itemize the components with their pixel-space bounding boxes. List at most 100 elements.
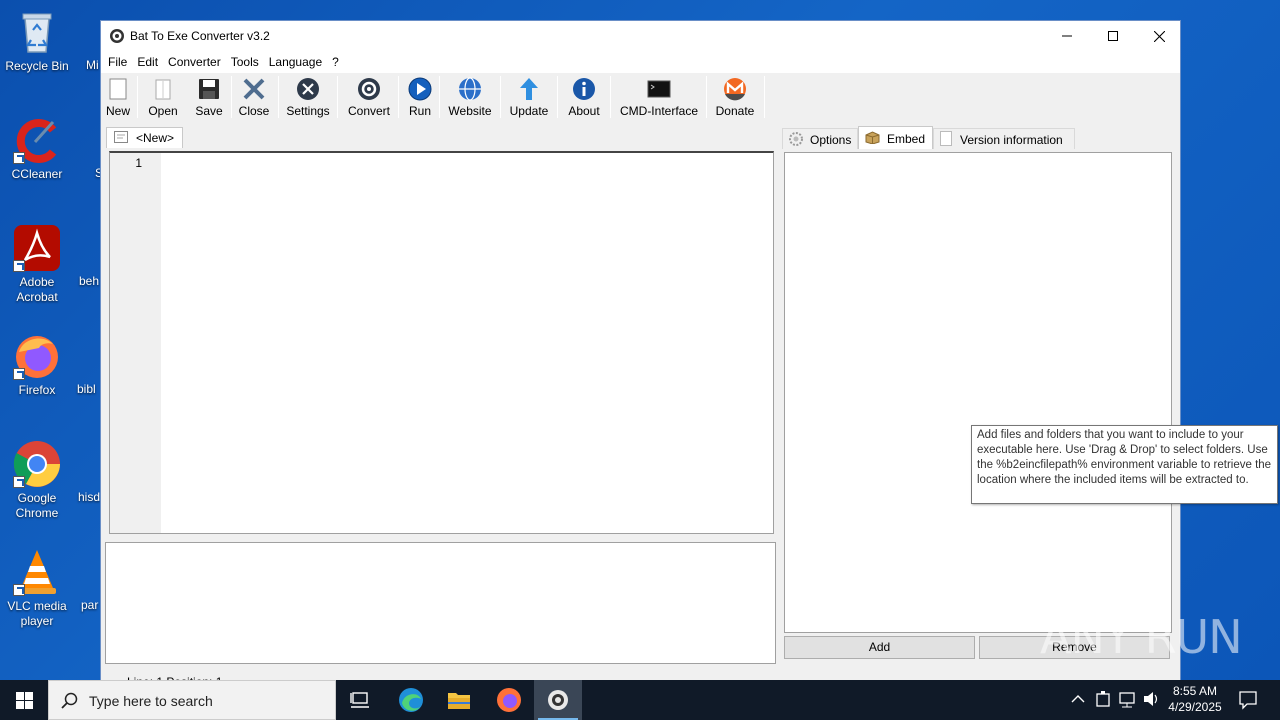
maximize-button[interactable]: [1090, 21, 1136, 51]
new-file-icon: [109, 78, 127, 100]
gear-icon: [548, 690, 568, 710]
folder-icon: [448, 693, 470, 709]
clock-date: 4/29/2025: [1168, 700, 1222, 714]
taskbar-edge[interactable]: [387, 680, 435, 720]
toolbar-separator: [764, 76, 765, 118]
toolbar-separator: [137, 76, 138, 118]
menu-help[interactable]: ?: [327, 51, 344, 73]
line-number-gutter: 1: [110, 153, 161, 533]
close-tools-icon: [243, 78, 265, 100]
menu-bar: File Edit Converter Tools Language ?: [101, 51, 1180, 73]
toolbar-separator: [337, 76, 338, 118]
taskbar-firefox[interactable]: [485, 680, 533, 720]
document-tab[interactable]: <New>: [106, 127, 183, 148]
desktop-icon-firefox[interactable]: Firefox: [0, 332, 74, 398]
script-editor[interactable]: 1: [109, 151, 774, 534]
document-icon: [114, 131, 128, 143]
gear-icon: [789, 132, 803, 146]
title-bar[interactable]: Bat To Exe Converter v3.2: [101, 21, 1180, 51]
firefox-icon: [497, 688, 521, 712]
output-panel[interactable]: [105, 542, 776, 664]
desktop-partial-label: par: [81, 598, 99, 612]
tab-options[interactable]: Options: [782, 128, 858, 149]
menu-converter[interactable]: Converter: [163, 51, 226, 73]
update-button[interactable]: Update: [507, 75, 551, 119]
tab-version-information[interactable]: Version information: [933, 128, 1075, 149]
search-placeholder: Type here to search: [89, 693, 213, 709]
document-tab-label: <New>: [136, 131, 175, 145]
taskbar: Type here to search 8:55 AM 4/29/2025: [0, 680, 1280, 720]
desktop-icon-adobe-acrobat[interactable]: Adobe Acrobat: [0, 224, 74, 305]
toolbar-separator: [500, 76, 501, 118]
new-button[interactable]: New: [105, 75, 131, 119]
open-button[interactable]: Open: [146, 75, 180, 119]
menu-language[interactable]: Language: [264, 51, 327, 73]
info-icon: [573, 78, 595, 100]
add-button[interactable]: Add: [784, 636, 975, 659]
tab-embed[interactable]: Embed: [858, 126, 933, 149]
maximize-icon: [1108, 31, 1118, 41]
vlc-icon: [13, 548, 61, 596]
minimize-icon: [1062, 35, 1072, 37]
toolbar-separator: [439, 76, 440, 118]
desktop-icon-ccleaner[interactable]: CCleaner: [0, 116, 74, 182]
donate-button[interactable]: Donate: [713, 75, 757, 119]
edge-icon: [399, 688, 423, 712]
chevron-up-icon[interactable]: [1071, 694, 1085, 704]
cmd-interface-button[interactable]: CMD-Interface: [617, 75, 701, 119]
embed-tooltip: Add files and folders that you want to i…: [971, 425, 1278, 504]
toolbar-separator: [398, 76, 399, 118]
desktop-icon-google-chrome[interactable]: Google Chrome: [0, 440, 74, 521]
window-title: Bat To Exe Converter v3.2: [130, 29, 270, 43]
settings-icon: [297, 78, 319, 100]
toolbar-separator: [610, 76, 611, 118]
clock-time: 8:55 AM: [1172, 684, 1218, 698]
taskbar-clock[interactable]: 8:55 AM 4/29/2025: [1160, 683, 1230, 715]
save-button[interactable]: Save: [194, 75, 224, 119]
floppy-disk-icon: [199, 79, 219, 99]
gear-icon: [358, 78, 380, 100]
minimize-button[interactable]: [1044, 21, 1090, 51]
desktop-icon-vlc[interactable]: VLC media player: [0, 548, 74, 629]
battery-icon[interactable]: [1095, 690, 1111, 708]
app-window: Bat To Exe Converter v3.2 File Edit Conv…: [100, 20, 1181, 684]
convert-button[interactable]: Convert: [345, 75, 393, 119]
menu-file[interactable]: File: [103, 51, 132, 73]
toolbar-separator: [231, 76, 232, 118]
menu-edit[interactable]: Edit: [132, 51, 163, 73]
document-icon: [940, 131, 952, 146]
package-icon: [865, 131, 880, 144]
taskbar-file-explorer[interactable]: [435, 680, 483, 720]
run-button[interactable]: Run: [405, 75, 435, 119]
network-icon[interactable]: [1118, 690, 1136, 708]
windows-logo-icon: [15, 691, 33, 709]
task-view-button[interactable]: [336, 680, 384, 720]
arrow-up-icon: [520, 78, 538, 100]
toolbar-separator: [557, 76, 558, 118]
line-number: 1: [135, 156, 142, 170]
desktop-partial-label: hisd: [78, 490, 101, 504]
ccleaner-icon: [13, 116, 61, 164]
volume-icon[interactable]: [1142, 690, 1160, 708]
close-button[interactable]: Close: [237, 75, 271, 119]
menu-tools[interactable]: Tools: [226, 51, 264, 73]
notifications-icon[interactable]: [1238, 690, 1258, 710]
play-icon: [408, 77, 432, 101]
app-gear-icon: [110, 29, 124, 43]
chrome-icon: [13, 440, 61, 488]
close-window-button[interactable]: [1136, 21, 1180, 51]
open-icon: [155, 79, 171, 100]
watermark: ANY RUN: [1040, 610, 1243, 664]
start-button[interactable]: [0, 680, 48, 720]
desktop-icon-recycle-bin[interactable]: Recycle Bin: [0, 8, 74, 74]
task-view-icon: [350, 692, 369, 708]
taskbar-bat-to-exe[interactable]: [534, 680, 582, 720]
toolbar: New Open Save Close Settings Convert Run…: [101, 73, 1180, 121]
embed-file-list[interactable]: [784, 152, 1172, 633]
close-icon: [1153, 30, 1165, 42]
taskbar-search-box[interactable]: Type here to search: [48, 680, 336, 720]
about-button[interactable]: About: [564, 75, 604, 119]
website-button[interactable]: Website: [446, 75, 494, 119]
settings-button[interactable]: Settings: [285, 75, 331, 119]
monero-icon: [724, 78, 746, 101]
